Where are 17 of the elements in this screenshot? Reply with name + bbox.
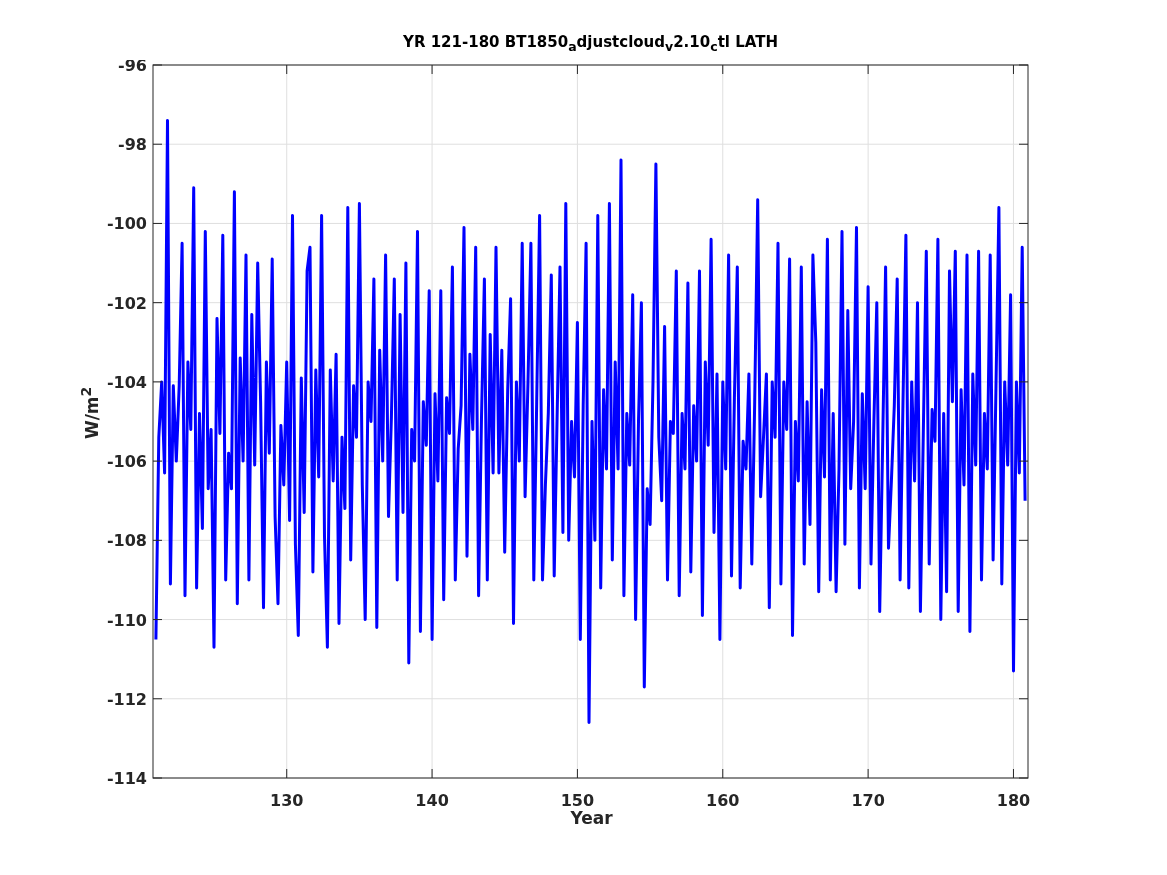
x-tick-label: 130: [270, 791, 304, 810]
y-tick-label: -106: [106, 452, 147, 472]
y-tick-label: -108: [106, 531, 147, 551]
y-tick-label: -112: [106, 689, 147, 709]
y-tick-label: -98: [118, 135, 147, 155]
x-tick-label: 170: [851, 791, 885, 810]
y-tick-label: -102: [106, 293, 147, 313]
y-tick-label: -100: [106, 214, 147, 234]
x-tick-label: 160: [706, 791, 740, 810]
x-tick-label: 150: [560, 791, 595, 810]
y-tick-label: -110: [106, 610, 147, 630]
y-tick-label: -114: [106, 769, 147, 788]
x-tick-label: 180: [996, 791, 1031, 810]
x-axis-label: Year: [570, 808, 613, 828]
y-tick-label: -104: [106, 372, 147, 392]
chart-title: YR 121-180 BT1850$_{a}$djustcloud$_{v}$2.10$_{c}$tl LATH: [403, 33, 778, 54]
x-tick-label: 140: [415, 791, 449, 810]
